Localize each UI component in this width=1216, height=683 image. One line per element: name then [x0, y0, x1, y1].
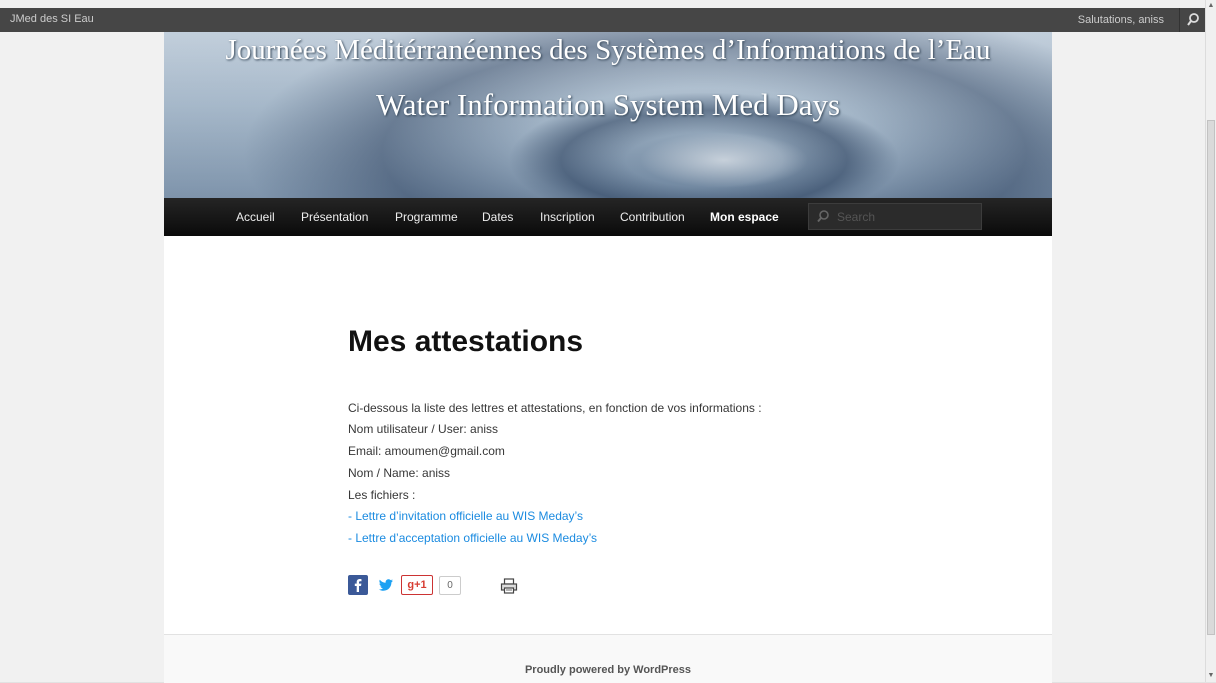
invitation-letter-link[interactable]: - Lettre d’invitation officielle au WIS …: [348, 509, 583, 523]
twitter-icon: [378, 579, 393, 591]
powered-by-link[interactable]: Proudly powered by WordPress: [164, 664, 1052, 676]
window-top-strip: [0, 0, 1216, 8]
nav-item-dates[interactable]: Dates: [482, 210, 513, 224]
print-button[interactable]: [500, 578, 518, 599]
nav-search-input[interactable]: [808, 203, 982, 230]
acceptance-letter-link[interactable]: - Lettre d’acceptation officielle au WIS…: [348, 531, 597, 545]
nav-item-inscription[interactable]: Inscription: [540, 210, 595, 224]
admin-bar-greeting[interactable]: Salutations, aniss: [1068, 8, 1174, 32]
files-label: Les fichiers :: [348, 488, 416, 502]
admin-bar: JMed des SI Eau Salutations, aniss: [0, 8, 1206, 32]
facebook-icon: [354, 579, 362, 592]
scroll-up-arrow-icon[interactable]: ▲: [1206, 0, 1216, 12]
intro-text: Ci-dessous la liste des lettres et attes…: [348, 401, 762, 415]
admin-bar-site-name[interactable]: JMed des SI Eau: [10, 13, 94, 25]
scroll-down-arrow-icon[interactable]: ▼: [1206, 670, 1216, 682]
name-line: Nom / Name: aniss: [348, 466, 451, 480]
nav-item-accueil[interactable]: Accueil: [236, 210, 275, 224]
google-plus-button[interactable]: g+1: [401, 575, 433, 595]
vertical-scrollbar[interactable]: ▲ ▼: [1205, 0, 1216, 682]
nav-item-contribution[interactable]: Contribution: [620, 210, 685, 224]
facebook-share-button[interactable]: [348, 575, 368, 595]
email-line: Email: amoumen@gmail.com: [348, 444, 505, 458]
print-icon: [500, 578, 518, 594]
search-icon: [817, 210, 829, 223]
nav-item-programme[interactable]: Programme: [395, 210, 458, 224]
twitter-share-button[interactable]: [376, 575, 396, 595]
header-title-french: Journées Méditérranéennes des Systèmes d…: [225, 34, 991, 66]
nav-item-mon-espace[interactable]: Mon espace: [710, 210, 779, 224]
user-line: Nom utilisateur / User: aniss: [348, 422, 499, 436]
site-header-banner[interactable]: Journées Méditérranéennes des Systèmes d…: [164, 32, 1052, 198]
search-icon: [1187, 13, 1199, 26]
scrollbar-thumb[interactable]: [1207, 120, 1215, 635]
google-plus-count: 0: [439, 576, 461, 595]
site-footer: Proudly powered by WordPress: [164, 634, 1052, 683]
content-area: [164, 236, 1052, 634]
google-plus-icon: g+1: [407, 579, 427, 591]
header-title-english: Water Information System Med Days: [375, 87, 841, 122]
page-title: Mes attestations: [348, 325, 584, 358]
admin-bar-search-icon[interactable]: [1179, 8, 1206, 32]
main-navigation: Accueil Présentation Programme Dates Ins…: [164, 198, 1052, 237]
nav-item-presentation[interactable]: Présentation: [301, 210, 368, 224]
